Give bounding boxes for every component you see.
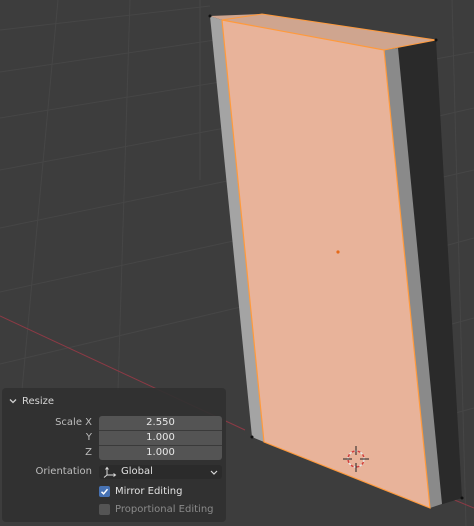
panel-title: Resize — [22, 395, 55, 407]
scale-x-row: Scale X 2.550 — [2, 416, 226, 430]
orientation-dropdown[interactable]: Global — [99, 465, 222, 479]
scale-x-field[interactable]: 2.550 — [99, 416, 222, 430]
check-icon — [100, 488, 109, 495]
scale-x-label: Scale X — [55, 417, 92, 428]
proportional-editing-label: Proportional Editing — [115, 503, 214, 515]
panel-header[interactable]: Resize — [8, 393, 54, 409]
mirror-editing-checkbox[interactable] — [99, 485, 110, 497]
orientation-axes-icon — [103, 466, 117, 478]
mirror-editing-label: Mirror Editing — [115, 485, 183, 497]
orientation-value: Global — [121, 466, 153, 477]
scale-z-field[interactable]: 1.000 — [99, 446, 222, 460]
scale-y-row: Y 1.000 — [2, 431, 226, 445]
redo-last-operator-panel[interactable]: Resize Scale X 2.550 Y 1.000 Z 1.000 Ori… — [2, 388, 226, 522]
face-center-dot — [336, 250, 340, 254]
proportional-editing-row[interactable]: Proportional Editing — [99, 502, 214, 516]
chevron-down-icon[interactable] — [8, 396, 18, 406]
orientation-row: Orientation Global — [2, 465, 226, 479]
scale-y-field[interactable]: 1.000 — [99, 431, 222, 445]
orientation-label: Orientation — [35, 466, 92, 477]
proportional-editing-checkbox[interactable] — [99, 503, 110, 515]
scale-z-label: Z — [85, 447, 92, 458]
mirror-editing-row[interactable]: Mirror Editing — [99, 484, 182, 498]
scale-z-row: Z 1.000 — [2, 446, 226, 460]
scale-y-label: Y — [85, 432, 92, 443]
chevron-down-icon — [210, 470, 218, 475]
